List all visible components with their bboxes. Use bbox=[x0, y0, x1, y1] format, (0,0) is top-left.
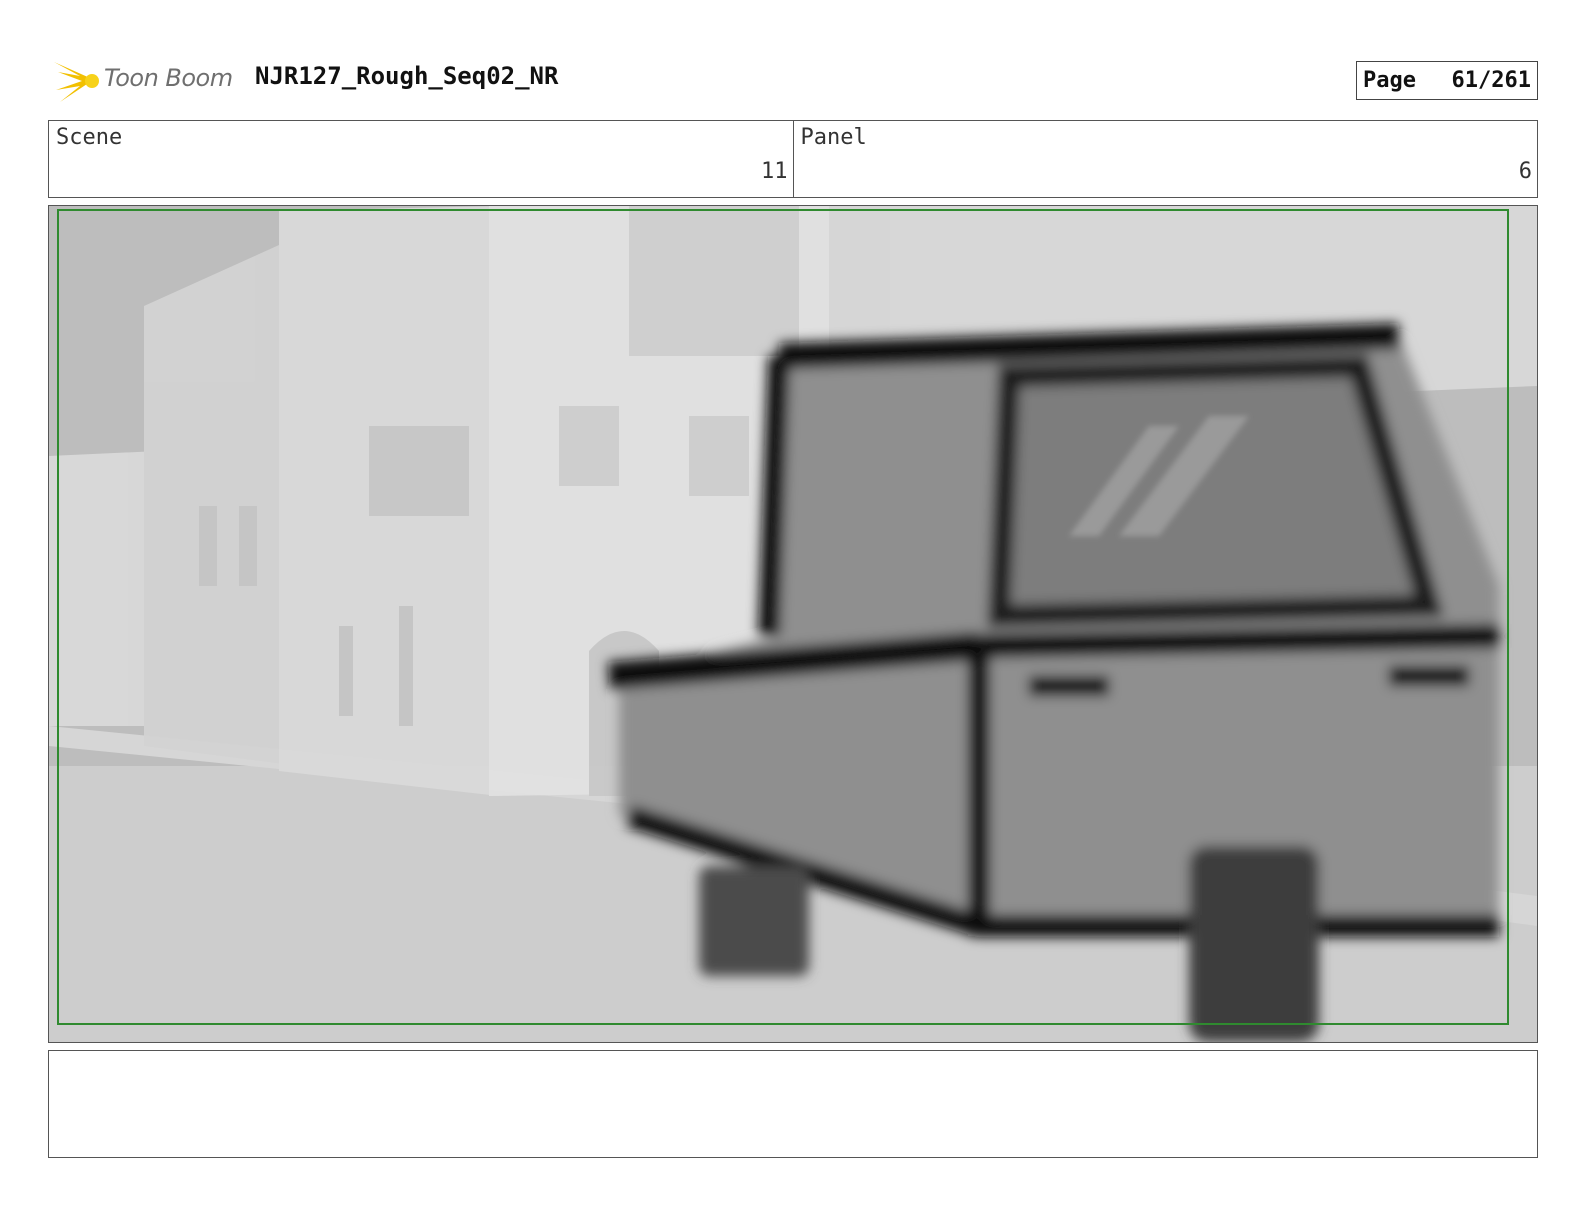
scene-cell: Scene 11 bbox=[49, 121, 793, 197]
panel-artwork bbox=[49, 206, 1537, 1042]
panel-notes bbox=[48, 1050, 1538, 1158]
storyboard-panel bbox=[48, 205, 1538, 1043]
page-number: 61/261 bbox=[1451, 68, 1531, 93]
scene-label: Scene bbox=[56, 125, 123, 150]
panel-value: 6 bbox=[1518, 159, 1532, 184]
toon-boom-logo: Toon Boom bbox=[50, 56, 240, 106]
panel-label: Panel bbox=[800, 125, 867, 150]
page-label: Page bbox=[1363, 68, 1416, 93]
panel-cell: Panel 6 bbox=[792, 121, 1538, 197]
scene-value: 11 bbox=[761, 159, 788, 184]
burst-icon bbox=[54, 62, 99, 102]
page-indicator: Page 61/261 bbox=[1356, 61, 1538, 100]
document-title: NJR127_Rough_Seq02_NR bbox=[255, 62, 559, 90]
logo-text: Toon Boom bbox=[104, 64, 233, 92]
scene-panel-info: Scene 11 Panel 6 bbox=[48, 120, 1538, 198]
